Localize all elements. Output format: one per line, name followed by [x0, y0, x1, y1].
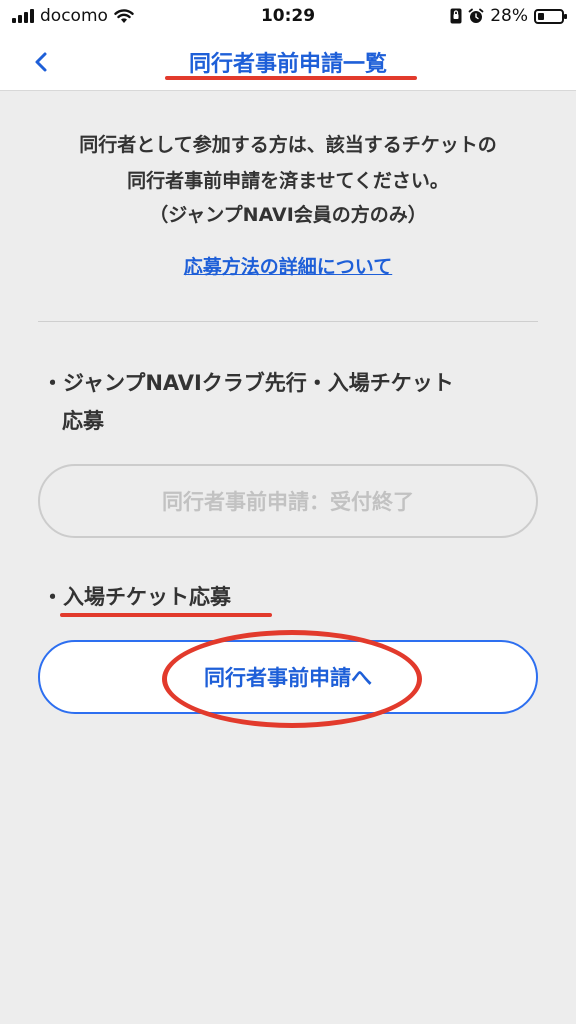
status-right: 28% — [450, 6, 567, 26]
navigation-header: 同行者事前申請一覧 — [0, 34, 576, 91]
notice-line-1: 同行者として参加する方は、該当するチケットの — [79, 134, 497, 156]
status-bar: docomo 10:29 28% — [0, 0, 576, 34]
details-link[interactable]: 応募方法の詳細について — [0, 252, 576, 279]
companion-application-button[interactable]: 同行者事前申請へ — [38, 640, 538, 714]
section-title-line-2: 応募 — [62, 409, 104, 433]
notice-line-3: （ジャンプNAVI会員の方のみ） — [149, 204, 427, 226]
battery-percent: 28% — [490, 6, 528, 26]
section-title-club-presale: ・ジャンプNAVIクラブ先行・入場チケット 応募 — [42, 364, 542, 440]
alarm-icon — [468, 8, 484, 23]
portrait-lock-icon — [450, 8, 462, 24]
divider — [38, 321, 538, 322]
page-title: 同行者事前申請一覧 — [188, 52, 387, 77]
companion-application-closed-button: 同行者事前申請：受付終了 — [38, 464, 538, 538]
title-annotation-underline — [165, 76, 417, 80]
section-title-admission-ticket: ・入場チケット応募 — [42, 585, 231, 609]
battery-fill — [538, 12, 545, 20]
battery-icon — [534, 8, 567, 24]
notice-line-2: 同行者事前申請を済ませてください。 — [127, 170, 449, 192]
section-annotation-underline — [60, 613, 272, 617]
section-title-line-1: ・ジャンプNAVIクラブ先行・入場チケット — [42, 371, 454, 395]
